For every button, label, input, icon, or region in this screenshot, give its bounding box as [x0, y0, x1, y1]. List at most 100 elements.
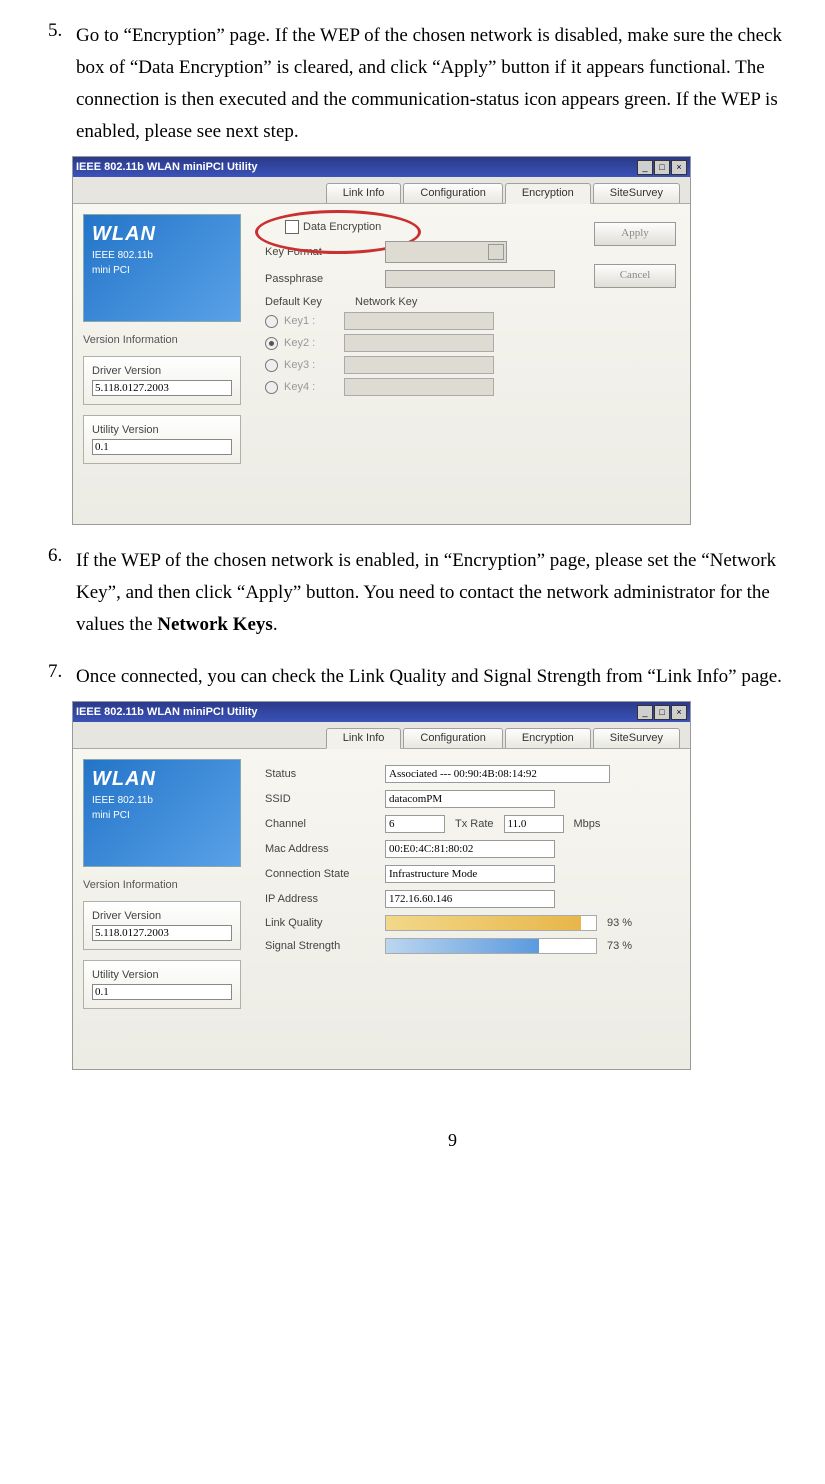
sidebar: WLAN IEEE 802.11b mini PCI Version Infor…	[73, 749, 251, 1069]
version-info-label: Version Information	[83, 879, 241, 891]
brand-sub2: mini PCI	[92, 265, 232, 276]
tabs: Link Info Configuration Encryption SiteS…	[73, 177, 690, 204]
tab-link-info[interactable]: Link Info	[326, 728, 402, 749]
brand-name: WLAN	[92, 223, 232, 246]
brand-sub2: mini PCI	[92, 810, 232, 821]
txrate-label: Tx Rate	[455, 818, 494, 830]
close-icon[interactable]: ×	[671, 160, 687, 175]
step6-bold: Network Keys	[157, 614, 273, 635]
tab-link-info[interactable]: Link Info	[326, 183, 402, 203]
status-label: Status	[265, 768, 385, 780]
mac-label: Mac Address	[265, 843, 385, 855]
link-quality-bar	[385, 915, 597, 931]
step-text: Once connected, you can check the Link Q…	[76, 661, 796, 693]
utility-version-box: Utility Version	[83, 960, 241, 1009]
maximize-icon[interactable]: □	[654, 160, 670, 175]
brand-panel: WLAN IEEE 802.11b mini PCI	[83, 759, 241, 867]
utility-version-field	[92, 439, 232, 455]
txrate-field	[504, 815, 564, 833]
driver-version-box: Driver Version	[83, 901, 241, 950]
key4-field[interactable]	[344, 378, 494, 396]
key4-radio[interactable]	[265, 381, 278, 394]
key-grid: Default Key Network Key Key1 : Key2 :	[265, 296, 676, 396]
version-info-label: Version Information	[83, 334, 241, 346]
tab-encryption[interactable]: Encryption	[505, 728, 591, 748]
key1-field[interactable]	[344, 312, 494, 330]
sidebar: WLAN IEEE 802.11b mini PCI Version Infor…	[73, 204, 251, 524]
brand-panel: WLAN IEEE 802.11b mini PCI	[83, 214, 241, 322]
titlebar: IEEE 802.11b WLAN miniPCI Utility _ □ ×	[73, 702, 690, 722]
ip-label: IP Address	[265, 893, 385, 905]
driver-version-label: Driver Version	[92, 365, 232, 377]
tab-configuration[interactable]: Configuration	[403, 183, 502, 203]
utility-version-box: Utility Version	[83, 415, 241, 464]
default-key-header: Default Key	[265, 296, 355, 308]
signal-strength-fill	[386, 939, 539, 953]
ip-field	[385, 890, 555, 908]
linkinfo-panel: Status SSID Channel Tx Rate Mbps Mac Add…	[251, 749, 690, 1069]
window-buttons: _ □ ×	[637, 705, 687, 720]
key1-radio[interactable]	[265, 315, 278, 328]
tab-sitesurvey[interactable]: SiteSurvey	[593, 728, 680, 748]
signal-strength-pct: 73 %	[607, 940, 632, 952]
key-format-label: Key Format	[265, 246, 385, 258]
titlebar: IEEE 802.11b WLAN miniPCI Utility _ □ ×	[73, 157, 690, 177]
channel-field	[385, 815, 445, 833]
link-quality-label: Link Quality	[265, 917, 385, 929]
step-number: 5.	[48, 20, 72, 42]
key-format-dropdown[interactable]	[385, 241, 507, 263]
key2-radio[interactable]	[265, 337, 278, 350]
key3-radio[interactable]	[265, 359, 278, 372]
minimize-icon[interactable]: _	[637, 705, 653, 720]
step-number: 7.	[48, 661, 72, 683]
step-text: If the WEP of the chosen network is enab…	[76, 545, 796, 641]
key3-field[interactable]	[344, 356, 494, 374]
data-encryption-checkbox[interactable]	[285, 220, 299, 234]
signal-strength-bar	[385, 938, 597, 954]
ssid-label: SSID	[265, 793, 385, 805]
utility-window-linkinfo: IEEE 802.11b WLAN miniPCI Utility _ □ × …	[72, 701, 691, 1070]
link-quality-fill	[386, 916, 581, 930]
utility-version-field	[92, 984, 232, 1000]
step-text: Go to “Encryption” page. If the WEP of t…	[76, 20, 796, 148]
driver-version-field	[92, 925, 232, 941]
window-title: IEEE 802.11b WLAN miniPCI Utility	[76, 161, 258, 173]
driver-version-box: Driver Version	[83, 356, 241, 405]
minimize-icon[interactable]: _	[637, 160, 653, 175]
cancel-button[interactable]: Cancel	[594, 264, 676, 288]
key2-field[interactable]	[344, 334, 494, 352]
tab-configuration[interactable]: Configuration	[403, 728, 502, 748]
maximize-icon[interactable]: □	[654, 705, 670, 720]
window-buttons: _ □ ×	[637, 160, 687, 175]
ssid-field	[385, 790, 555, 808]
brand-name: WLAN	[92, 768, 232, 791]
brand-sub1: IEEE 802.11b	[92, 250, 232, 261]
key3-label: Key3 :	[284, 359, 344, 371]
close-icon[interactable]: ×	[671, 705, 687, 720]
conn-field	[385, 865, 555, 883]
status-field	[385, 765, 610, 783]
signal-strength-label: Signal Strength	[265, 940, 385, 952]
tabs: Link Info Configuration Encryption SiteS…	[73, 722, 690, 749]
passphrase-field[interactable]	[385, 270, 555, 288]
driver-version-field	[92, 380, 232, 396]
apply-button[interactable]: Apply	[594, 222, 676, 246]
driver-version-label: Driver Version	[92, 910, 232, 922]
passphrase-label: Passphrase	[265, 273, 385, 285]
encryption-panel: Data Encryption Key Format Passphrase Ap…	[251, 204, 690, 524]
brand-sub1: IEEE 802.11b	[92, 795, 232, 806]
window-title: IEEE 802.11b WLAN miniPCI Utility	[76, 706, 258, 718]
network-key-header: Network Key	[355, 296, 417, 308]
key4-label: Key4 :	[284, 381, 344, 393]
mac-field	[385, 840, 555, 858]
key2-label: Key2 :	[284, 337, 344, 349]
step6-b: .	[273, 614, 278, 635]
tab-sitesurvey[interactable]: SiteSurvey	[593, 183, 680, 203]
page-number: 9	[40, 1130, 825, 1151]
utility-window-encryption: IEEE 802.11b WLAN miniPCI Utility _ □ × …	[72, 156, 691, 525]
link-quality-pct: 93 %	[607, 917, 632, 929]
mbps-label: Mbps	[574, 818, 601, 830]
utility-version-label: Utility Version	[92, 424, 232, 436]
tab-encryption[interactable]: Encryption	[505, 183, 591, 204]
key1-label: Key1 :	[284, 315, 344, 327]
